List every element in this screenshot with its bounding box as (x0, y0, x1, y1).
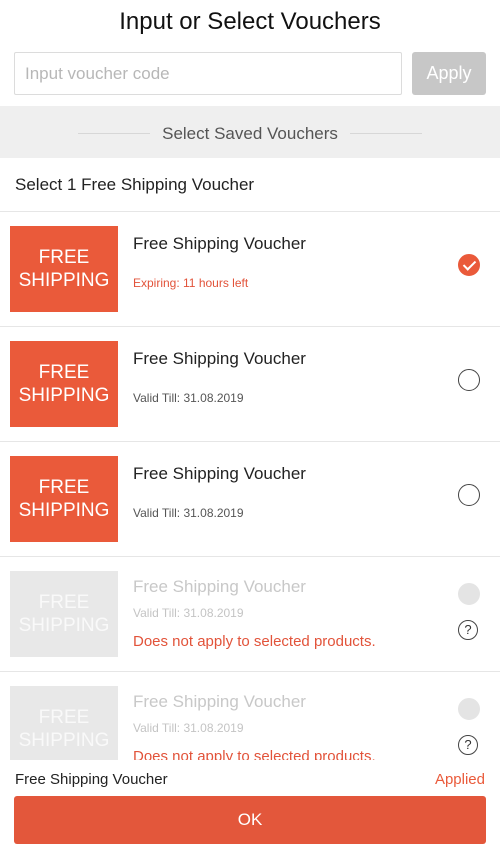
voucher-item-disabled: FREE SHIPPING Free Shipping Voucher Valid… (0, 557, 500, 672)
apply-button[interactable]: Apply (412, 52, 486, 95)
footer: Free Shipping Voucher Applied OK (0, 760, 500, 846)
voucher-title: Free Shipping Voucher (133, 692, 306, 711)
voucher-radio[interactable] (458, 369, 480, 391)
selected-voucher-label: Free Shipping Voucher (15, 771, 168, 788)
applied-status: Applied (434, 771, 485, 788)
voucher-radio-disabled (458, 698, 480, 720)
voucher-radio-disabled (458, 583, 480, 605)
saved-vouchers-section-header: Select Saved Vouchers (0, 106, 500, 158)
badge-line-1: FREE (38, 707, 90, 728)
badge-line-2: SHIPPING (18, 385, 110, 406)
voucher-title: Free Shipping Voucher (133, 464, 306, 483)
free-shipping-badge: FREE SHIPPING (7, 571, 118, 657)
voucher-warning: Does not apply to selected products. (133, 633, 376, 650)
saved-vouchers-title: Select Saved Vouchers (162, 124, 338, 143)
voucher-item[interactable]: FREE SHIPPING Free Shipping Voucher Valid… (0, 442, 500, 557)
voucher-code-input[interactable] (14, 52, 402, 95)
voucher-radio-selected[interactable] (458, 254, 480, 276)
badge-line-1: FREE (38, 477, 90, 498)
badge-line-1: FREE (38, 592, 90, 613)
free-shipping-badge: FREE SHIPPING (7, 686, 118, 760)
divider-right (350, 133, 422, 134)
badge-line-2: SHIPPING (18, 270, 110, 291)
badge-line-2: SHIPPING (18, 615, 110, 636)
voucher-validity: Valid Till: 31.08.2019 (133, 506, 244, 520)
voucher-input-row: Apply (14, 52, 486, 95)
voucher-radio[interactable] (458, 484, 480, 506)
free-shipping-badge: FREE SHIPPING (7, 456, 118, 542)
voucher-title: Free Shipping Voucher (133, 234, 306, 253)
voucher-group-title: Select 1 Free Shipping Voucher (15, 175, 255, 194)
voucher-item[interactable]: FREE SHIPPING Free Shipping Voucher Valid… (0, 327, 500, 442)
voucher-title: Free Shipping Voucher (133, 577, 306, 596)
free-shipping-badge: FREE SHIPPING (7, 226, 118, 312)
badge-line-1: FREE (38, 247, 90, 268)
voucher-item-disabled: FREE SHIPPING Free Shipping Voucher Valid… (0, 672, 500, 760)
voucher-validity: Valid Till: 31.08.2019 (133, 391, 244, 405)
badge-line-2: SHIPPING (18, 500, 110, 521)
voucher-item[interactable]: FREE SHIPPING Free Shipping Voucher Expir… (0, 212, 500, 327)
badge-line-1: FREE (38, 362, 90, 383)
voucher-validity: Valid Till: 31.08.2019 (133, 721, 244, 735)
free-shipping-badge: FREE SHIPPING (7, 341, 118, 427)
badge-line-2: SHIPPING (18, 730, 110, 751)
page-title: Input or Select Vouchers (119, 8, 381, 35)
voucher-validity: Valid Till: 31.08.2019 (133, 606, 244, 620)
voucher-expiry: Expiring: 11 hours left (133, 276, 249, 290)
help-icon[interactable]: ? (458, 735, 478, 755)
help-icon[interactable]: ? (458, 620, 478, 640)
voucher-title: Free Shipping Voucher (133, 349, 306, 368)
voucher-group-header: Select 1 Free Shipping Voucher (0, 158, 500, 212)
voucher-warning: Does not apply to selected products. (133, 748, 376, 760)
ok-button[interactable]: OK (14, 796, 486, 844)
header: Input or Select Vouchers (0, 0, 500, 44)
voucher-list[interactable]: FREE SHIPPING Free Shipping Voucher Expir… (0, 212, 500, 760)
